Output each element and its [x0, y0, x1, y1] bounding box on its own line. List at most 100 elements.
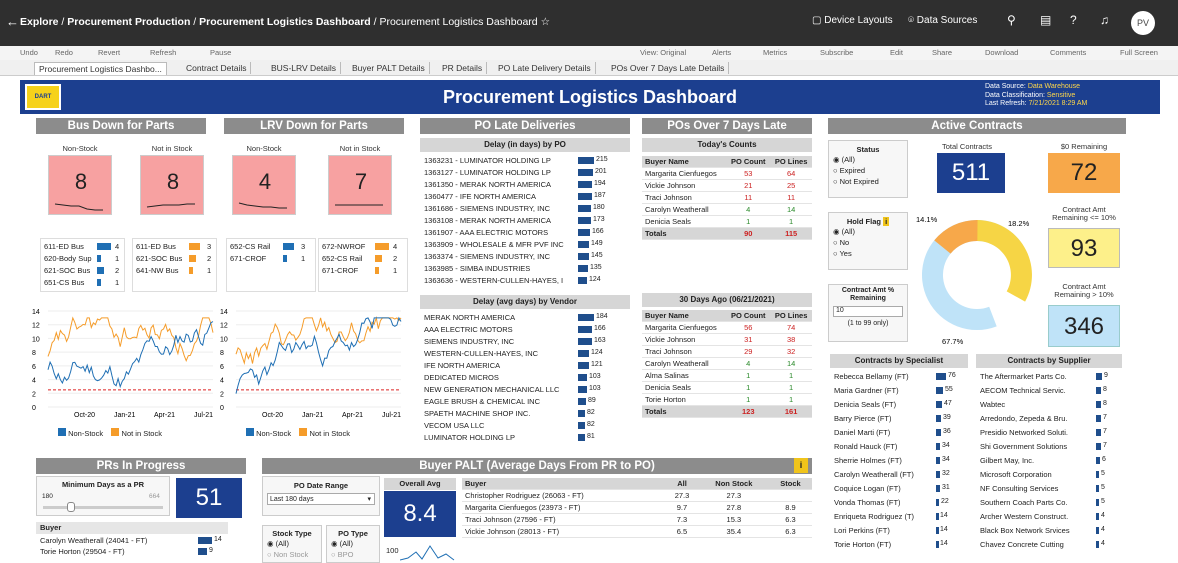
- list-item[interactable]: Enriqueta Rodriguez (T): [834, 512, 934, 521]
- table-row[interactable]: Carolyn Weatherall 4 14: [642, 357, 812, 370]
- device-layouts-button[interactable]: ▢ Device Layouts: [812, 15, 893, 26]
- table-row[interactable]: Traci Johnson 11 11: [642, 191, 812, 204]
- bus-notinstock-kpi[interactable]: 8: [140, 155, 204, 215]
- list-item[interactable]: Arredondo, Zepeda & Bru.: [980, 414, 1094, 423]
- breadcrumb-dashboard[interactable]: Procurement Logistics Dashboard: [199, 16, 371, 28]
- bell-icon[interactable]: ♫: [1100, 13, 1109, 27]
- total-contracts-kpi[interactable]: 511: [937, 153, 1005, 193]
- table-row[interactable]: Christopher Rodriguez (26063 - FT) 27.3 27…: [462, 489, 812, 502]
- full-screen-button[interactable]: Full Screen: [1120, 48, 1158, 57]
- table-row[interactable]: Traci Johnson 29 32: [642, 345, 812, 358]
- tab-bus-lrv-details[interactable]: BUS-LRV Details: [267, 62, 342, 74]
- table-row[interactable]: Margarita Cienfuegos (23973 - FT) 9.7 27.8…: [462, 501, 812, 514]
- revert-button[interactable]: Revert: [98, 48, 120, 57]
- table-row[interactable]: Traci Johnson (27596 - FT) 7.3 15.3 6.3: [462, 513, 812, 526]
- list-item[interactable]: 1360477 - IFE NORTH AMERICA: [424, 192, 576, 201]
- list-item[interactable]: Vonda Thomas (FT): [834, 498, 934, 507]
- tab-contract-details[interactable]: Contract Details: [182, 62, 252, 74]
- list-item[interactable]: Wabtec: [980, 400, 1094, 409]
- help-icon[interactable]: ?: [1070, 13, 1077, 27]
- list-item[interactable]: 611-ED Bus: [44, 242, 84, 251]
- list-item[interactable]: 1363231 - LUMINATOR HOLDING LP: [424, 156, 576, 165]
- list-item[interactable]: Gilbert May, Inc.: [980, 456, 1094, 465]
- table-row[interactable]: Vickie Johnson (28013 - FT) 6.5 35.4 6.3: [462, 525, 812, 538]
- redo-button[interactable]: Redo: [55, 48, 73, 57]
- table-row[interactable]: Vickie Johnson 31 38: [642, 333, 812, 346]
- edit-button[interactable]: Edit: [890, 48, 903, 57]
- list-item[interactable]: NF Consulting Services: [980, 484, 1094, 493]
- list-item[interactable]: Lori Perkins (FT): [834, 526, 934, 535]
- potype-option-bpo[interactable]: ○ BPO: [331, 549, 379, 560]
- list-item[interactable]: 621-SOC Bus: [136, 254, 182, 263]
- hold-option-all[interactable]: ◉ (All): [833, 226, 907, 237]
- list-item[interactable]: 671-CROF: [322, 266, 358, 275]
- star-icon[interactable]: ☆: [541, 16, 550, 28]
- subscribe-button[interactable]: Subscribe: [820, 48, 853, 57]
- list-item[interactable]: EAGLE BRUSH & CHEMICAL INC: [424, 397, 576, 406]
- metrics-button[interactable]: Metrics: [763, 48, 787, 57]
- table-row[interactable]: Vickie Johnson 21 25: [642, 179, 812, 192]
- list-item[interactable]: 1363985 - SIMBA INDUSTRIES: [424, 264, 576, 273]
- list-item[interactable]: Carolyn Weatherall (FT): [834, 470, 934, 479]
- list-item[interactable]: Carolyn Weatherall (24041 - FT): [40, 536, 196, 545]
- list-item[interactable]: Microsoft Corporation: [980, 470, 1094, 479]
- status-option-not-expired[interactable]: ○ Not Expired: [833, 176, 907, 187]
- list-item[interactable]: 1363374 - SIEMENS INDUSTRY, INC: [424, 252, 576, 261]
- overall-avg-kpi[interactable]: 8.4: [384, 491, 456, 537]
- list-item[interactable]: SPAETH MACHINE SHOP INC.: [424, 409, 576, 418]
- list-item[interactable]: 1361907 - AAA ELECTRIC MOTORS: [424, 228, 576, 237]
- list-item[interactable]: 621-SOC Bus: [44, 266, 90, 275]
- list-item[interactable]: Barry Pierce (FT): [834, 414, 934, 423]
- list-item[interactable]: Archer Western Construct.: [980, 512, 1094, 521]
- remaining-gt-10-kpi[interactable]: 346: [1048, 305, 1120, 347]
- alerts-button[interactable]: Alerts: [712, 48, 731, 57]
- list-item[interactable]: Denicia Seals (FT): [834, 400, 934, 409]
- list-item[interactable]: 652-CS Rail: [322, 254, 362, 263]
- status-option-all[interactable]: ◉ (All): [833, 154, 907, 165]
- list-item[interactable]: Chavez Concrete Cutting: [980, 540, 1094, 549]
- table-row[interactable]: Margarita Cienfuegos 56 74: [642, 321, 812, 334]
- list-item[interactable]: WESTERN-CULLEN-HAYES, INC: [424, 349, 576, 358]
- table-row[interactable]: Torie Horton 1 1: [642, 393, 812, 406]
- list-item[interactable]: DEDICATED MICROS: [424, 373, 576, 382]
- list-item[interactable]: 1363636 - WESTERN-CULLEN-HAYES, I: [424, 276, 576, 285]
- share-button[interactable]: Share: [932, 48, 952, 57]
- list-item[interactable]: 672-NWROF: [322, 242, 365, 251]
- list-item[interactable]: Black Box Network Srvices: [980, 526, 1094, 535]
- amt-remaining-input[interactable]: 10: [833, 306, 903, 317]
- list-item[interactable]: 671-CROF: [230, 254, 266, 263]
- stock-option-non-stock[interactable]: ○ Non Stock: [267, 549, 321, 560]
- table-row[interactable]: Alma Salinas 1 1: [642, 369, 812, 382]
- list-item[interactable]: Daniel Marti (FT): [834, 428, 934, 437]
- list-item[interactable]: The Aftermarket Parts Co.: [980, 372, 1094, 381]
- contracts-donut-chart[interactable]: 14.1% 18.2% 67.7%: [912, 200, 1042, 350]
- search-icon[interactable]: ⚲: [1007, 13, 1016, 27]
- bus-nonstock-kpi[interactable]: 8: [48, 155, 112, 215]
- min-days-slider-handle[interactable]: [67, 502, 75, 512]
- potype-option-all[interactable]: ◉ (All): [331, 538, 379, 549]
- back-arrow-icon[interactable]: ←: [6, 14, 19, 29]
- list-item[interactable]: Torie Horton (FT): [834, 540, 934, 549]
- data-sources-button[interactable]: ⌾ Data Sources: [908, 15, 977, 26]
- info-icon[interactable]: i: [883, 217, 890, 226]
- document-icon[interactable]: ▤: [1040, 13, 1051, 27]
- pause-button[interactable]: Pause: [210, 48, 231, 57]
- status-option-expired[interactable]: ○ Expired: [833, 165, 907, 176]
- stock-option-all[interactable]: ◉ (All): [267, 538, 321, 549]
- list-item[interactable]: 611-ED Bus: [136, 242, 176, 251]
- list-item[interactable]: 1361686 - SIEMENS INDUSTRY, INC: [424, 204, 576, 213]
- list-item[interactable]: Ronald Hauck (FT): [834, 442, 934, 451]
- list-item[interactable]: Shi Government Solutions: [980, 442, 1094, 451]
- table-row[interactable]: Denicia Seals 1 1: [642, 215, 812, 228]
- list-item[interactable]: AAA ELECTRIC MOTORS: [424, 325, 576, 334]
- list-item[interactable]: 1363127 - LUMINATOR HOLDING LP: [424, 168, 576, 177]
- hold-option-yes[interactable]: ○ Yes: [833, 248, 907, 259]
- comments-button[interactable]: Comments: [1050, 48, 1086, 57]
- table-row[interactable]: Denicia Seals 1 1: [642, 381, 812, 394]
- lrv-trend-chart[interactable]: 14 12 10 8 6 4 2 0 Oct-20 Jan-21 Apr-21 Jul-21: [218, 305, 408, 423]
- tab-po-late-delivery-details[interactable]: PO Late Delivery Details: [494, 62, 596, 74]
- min-days-slider[interactable]: [43, 506, 163, 509]
- breadcrumb-procurement-production[interactable]: Procurement Production: [67, 16, 190, 28]
- list-item[interactable]: MERAK NORTH AMERICA: [424, 313, 576, 322]
- list-item[interactable]: IFE NORTH AMERICA: [424, 361, 576, 370]
